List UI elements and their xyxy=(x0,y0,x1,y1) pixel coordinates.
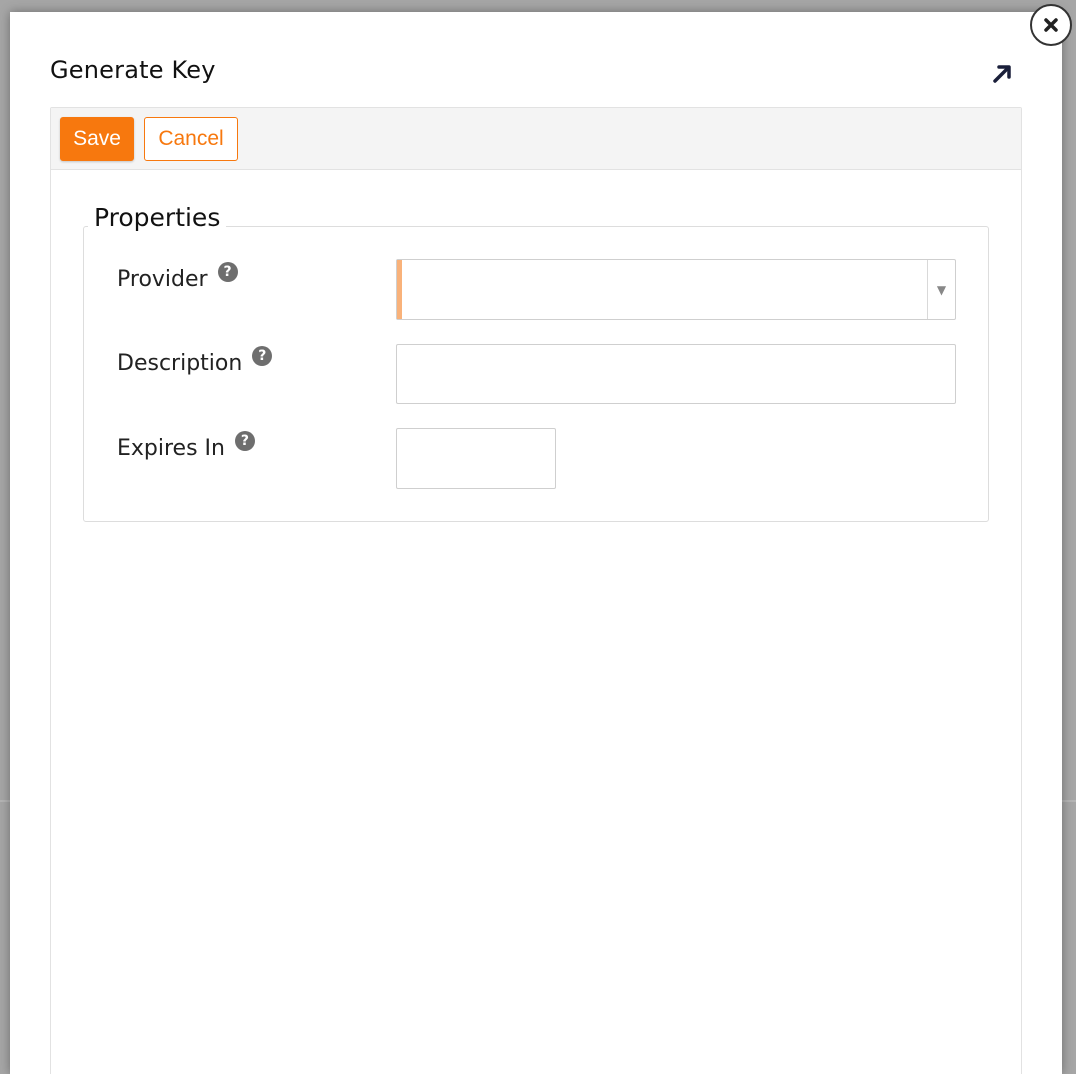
help-icon[interactable]: ? xyxy=(252,345,273,366)
required-field-marker xyxy=(397,260,402,319)
properties-fieldset: Properties Provider ? ▼ Description ? Ex… xyxy=(83,203,989,522)
cancel-button[interactable]: Cancel xyxy=(144,117,238,161)
help-icon[interactable]: ? xyxy=(217,261,238,282)
properties-legend: Properties xyxy=(88,203,227,232)
expires-in-input[interactable] xyxy=(396,428,556,489)
provider-select[interactable]: ▼ xyxy=(396,259,956,320)
close-dialog-button[interactable] xyxy=(1030,4,1072,46)
description-label: Description xyxy=(117,351,243,376)
dropdown-toggle[interactable]: ▼ xyxy=(927,260,955,319)
chevron-down-icon: ▼ xyxy=(936,282,947,297)
expires-in-label: Expires In xyxy=(117,436,225,461)
generate-key-dialog: Generate Key Save Cancel Properties Prov… xyxy=(10,12,1062,1074)
close-icon xyxy=(1044,18,1058,32)
help-icon[interactable]: ? xyxy=(234,430,255,451)
expand-arrow-icon xyxy=(993,65,1011,83)
expand-dialog-button[interactable] xyxy=(988,60,1016,88)
form-toolbar: Save Cancel xyxy=(51,108,1021,170)
provider-label: Provider xyxy=(117,267,208,292)
description-input[interactable] xyxy=(396,344,956,404)
dialog-title: Generate Key xyxy=(50,56,216,84)
expires-in-label-row: Expires In ? xyxy=(117,430,255,461)
provider-label-row: Provider ? xyxy=(117,261,238,292)
save-button[interactable]: Save xyxy=(60,117,134,161)
description-label-row: Description ? xyxy=(117,345,273,376)
form-panel: Save Cancel Properties Provider ? ▼ Desc… xyxy=(50,107,1022,1074)
